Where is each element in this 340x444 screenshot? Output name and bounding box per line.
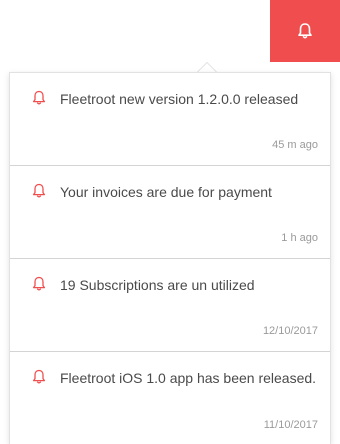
notification-text: 19 Subscriptions are un utilized — [60, 277, 255, 293]
bell-icon — [32, 90, 46, 105]
notifications-dropdown: Fleetroot new version 1.2.0.0 released 4… — [9, 72, 331, 444]
bell-icon — [32, 183, 46, 198]
notification-text: Your invoices are due for payment — [60, 184, 272, 200]
notification-item[interactable]: 19 Subscriptions are un utilized 12/10/2… — [10, 259, 330, 352]
notification-time: 1 h ago — [281, 232, 318, 244]
notification-time: 45 m ago — [272, 139, 318, 151]
notifications-bell-button[interactable] — [270, 0, 340, 62]
notification-time: 12/10/2017 — [262, 325, 318, 337]
notification-item[interactable]: Fleetroot iOS 1.0 app has been released.… — [10, 352, 330, 444]
bell-icon — [32, 276, 46, 291]
notification-item[interactable]: Fleetroot new version 1.2.0.0 released 4… — [10, 73, 330, 166]
notification-text: Fleetroot iOS 1.0 app has been released. — [60, 370, 317, 386]
notification-item[interactable]: Your invoices are due for payment 1 h ag… — [10, 166, 330, 259]
bell-icon — [32, 369, 46, 384]
notification-time: 11/10/2017 — [263, 419, 318, 431]
notifications-page: Fleetroot new version 1.2.0.0 released 4… — [0, 0, 340, 444]
bell-icon — [298, 23, 312, 39]
notification-text: Fleetroot new version 1.2.0.0 released — [60, 91, 299, 107]
